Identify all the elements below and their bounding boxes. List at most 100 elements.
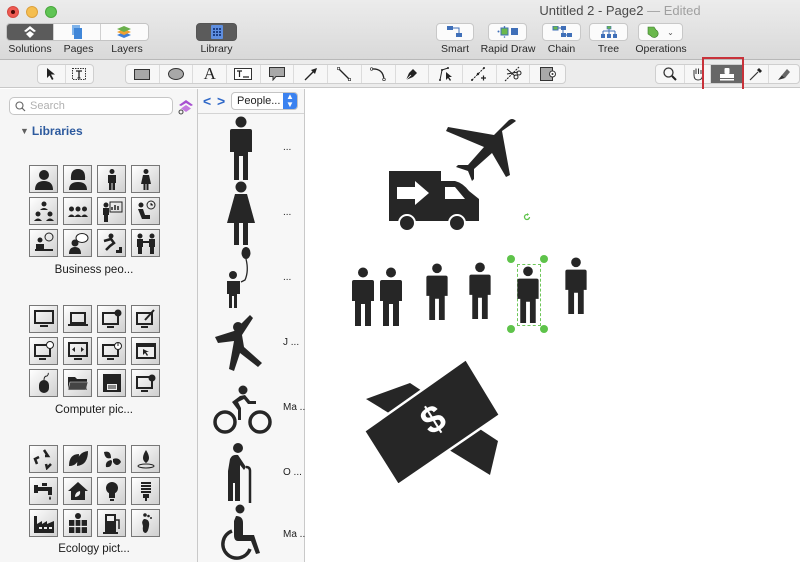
library-tile[interactable] (131, 165, 160, 193)
library-item-cyclist[interactable]: Ma ... (198, 374, 305, 439)
operations-button[interactable]: ⌄ (638, 23, 683, 41)
forward-button[interactable]: > (217, 93, 225, 109)
library-tile[interactable] (131, 197, 160, 225)
library-tile[interactable] (63, 305, 92, 333)
library-item-child[interactable]: ... (198, 244, 304, 309)
library-tile[interactable] (97, 197, 126, 225)
library-tile[interactable] (131, 229, 160, 257)
text-tool[interactable]: A (193, 65, 228, 83)
child-balloon-icon (227, 247, 251, 308)
resize-handle-top-right[interactable] (540, 255, 548, 263)
smart-button[interactable] (436, 23, 474, 41)
solutions-browser-button[interactable] (178, 99, 194, 120)
library-item-wheelchair[interactable]: Ma ... (198, 501, 305, 566)
library-tile[interactable] (131, 477, 160, 505)
search-input[interactable] (30, 100, 160, 112)
library-tile[interactable] (131, 369, 160, 397)
library-item-jumping[interactable]: J ... (198, 309, 304, 374)
library-tile[interactable] (63, 165, 92, 193)
ellipse-icon (168, 68, 185, 80)
man-shape[interactable] (424, 263, 450, 321)
library-tile[interactable] (97, 477, 126, 505)
library-tile[interactable] (29, 509, 58, 537)
library-tile[interactable] (63, 477, 92, 505)
library-tile[interactable] (97, 229, 126, 257)
library-select[interactable]: People... ▲ ▼ (231, 92, 298, 110)
library-ecology-pictograms[interactable] (29, 445, 160, 537)
arrow-tool[interactable] (294, 65, 329, 83)
library-tile[interactable] (63, 369, 92, 397)
scissors-tool[interactable] (497, 65, 531, 83)
library-name[interactable]: Ecology pict... (0, 543, 188, 555)
library-tile[interactable] (63, 445, 92, 473)
library-tile[interactable] (29, 197, 58, 225)
library-button[interactable] (196, 23, 237, 41)
library-tile[interactable] (97, 509, 126, 537)
library-tile[interactable] (29, 369, 58, 397)
arc-tool[interactable] (362, 65, 396, 83)
brush-tool[interactable] (769, 65, 799, 83)
library-tile[interactable] (97, 337, 126, 365)
bezier-tool[interactable] (429, 65, 463, 83)
add-point-tool[interactable] (463, 65, 497, 83)
drawing-canvas[interactable]: $ (306, 89, 800, 562)
man-shape[interactable] (467, 262, 493, 320)
pages-button[interactable] (54, 24, 101, 40)
library-computer-pictograms[interactable] (29, 305, 160, 397)
ellipse-tool[interactable] (160, 65, 194, 83)
tree-button[interactable] (589, 23, 628, 41)
library-item-old-person[interactable]: O ... (198, 439, 304, 504)
rapid-draw-button[interactable] (488, 23, 527, 41)
library-tile[interactable] (63, 229, 92, 257)
resize-handle-bottom-right[interactable] (540, 325, 548, 333)
library-tile[interactable] (29, 305, 58, 333)
man-shape[interactable] (378, 267, 404, 327)
library-tile[interactable] (29, 337, 58, 365)
library-business-people[interactable] (29, 165, 160, 257)
pen-tool[interactable] (396, 65, 430, 83)
library-tile[interactable] (29, 229, 58, 257)
library-tile[interactable] (131, 337, 160, 365)
solutions-button[interactable] (7, 24, 55, 40)
library-name[interactable]: Business peo... (0, 264, 188, 276)
rectangle-tool[interactable] (126, 65, 160, 83)
resize-handle-top-left[interactable] (507, 255, 515, 263)
connection-point-tool[interactable] (530, 65, 565, 83)
library-tile[interactable] (63, 509, 92, 537)
man-shape[interactable] (563, 257, 589, 315)
text-select-tool[interactable] (66, 65, 93, 83)
line-tool[interactable] (328, 65, 362, 83)
man-shape-selected[interactable] (515, 266, 541, 324)
library-tile[interactable] (63, 197, 92, 225)
library-tile[interactable] (29, 477, 58, 505)
library-name[interactable]: Computer pic... (0, 404, 188, 416)
zoom-tool[interactable] (656, 65, 685, 83)
library-tile[interactable] (29, 165, 58, 193)
delivery-truck-shape[interactable] (389, 169, 483, 231)
search-field[interactable] (9, 97, 173, 115)
libraries-header[interactable]: ▼ Libraries (20, 124, 83, 138)
resize-handle-bottom-left[interactable] (507, 325, 515, 333)
library-item-man[interactable]: ... (198, 114, 304, 180)
chain-button[interactable] (542, 23, 581, 41)
back-button[interactable]: < (203, 93, 211, 109)
layers-button[interactable] (100, 24, 148, 40)
library-tile[interactable] (131, 445, 160, 473)
library-item-woman[interactable]: ... (198, 179, 304, 245)
pointer-tool[interactable] (38, 65, 66, 83)
eyedropper-tool[interactable] (743, 65, 769, 83)
library-tile[interactable] (97, 445, 126, 473)
rotate-handle[interactable] (523, 213, 531, 221)
library-tile[interactable] (131, 305, 160, 333)
text-box-tool[interactable] (227, 65, 261, 83)
callout-tool[interactable] (261, 65, 295, 83)
man-shape[interactable] (350, 267, 376, 327)
scissors-icon (504, 66, 522, 82)
library-tile[interactable] (97, 305, 126, 333)
library-tile[interactable] (29, 445, 58, 473)
library-tile[interactable] (97, 369, 126, 397)
money-shape[interactable]: $ (364, 359, 504, 483)
library-tile[interactable] (63, 337, 92, 365)
library-tile[interactable] (131, 509, 160, 537)
library-tile[interactable] (97, 165, 126, 193)
